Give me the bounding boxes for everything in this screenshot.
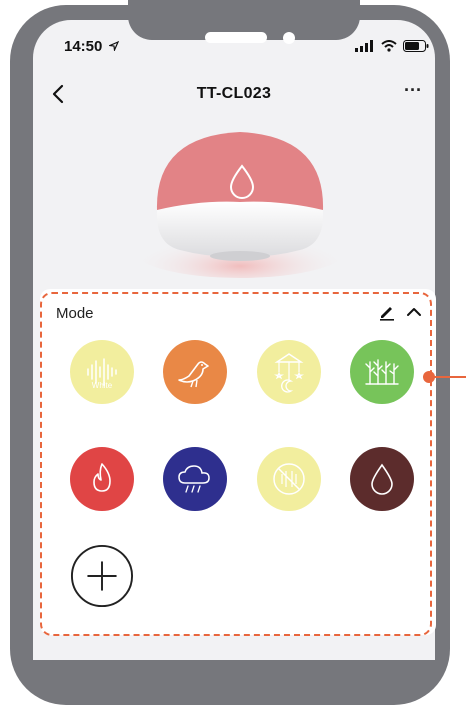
mode-label: Mode	[56, 305, 94, 322]
mode-rain[interactable]	[163, 447, 227, 511]
water-drop-icon	[371, 463, 393, 495]
more-options-button[interactable]: ···	[399, 81, 427, 106]
callout-line	[434, 376, 466, 378]
page-title: TT-CL023	[196, 85, 272, 102]
mode-forest[interactable]	[350, 340, 414, 404]
mode-bird[interactable]	[163, 340, 227, 404]
plus-icon	[70, 544, 134, 608]
bird-icon	[178, 361, 209, 388]
chevron-up-icon	[407, 308, 421, 316]
mode-mobile[interactable]	[257, 340, 321, 404]
mode-off[interactable]	[257, 447, 321, 511]
forest-icon	[365, 359, 399, 385]
status-time: 14:50	[64, 38, 119, 55]
location-arrow-icon	[107, 40, 119, 53]
speaker	[205, 32, 267, 43]
fire-icon	[93, 463, 111, 492]
mode-fire[interactable]	[70, 447, 134, 511]
rain-cloud-icon	[178, 465, 210, 493]
signal-icon	[355, 40, 373, 52]
add-mode-button[interactable]	[70, 544, 134, 608]
white-mode-label: White	[91, 381, 113, 390]
wifi-icon	[381, 40, 397, 52]
device-image	[130, 132, 350, 278]
camera	[283, 32, 295, 44]
crib-mobile-icon	[274, 353, 304, 393]
mode-drop[interactable]	[350, 447, 414, 511]
mode-white-noise[interactable]: White	[70, 340, 134, 404]
no-sound-icon	[273, 463, 305, 495]
status-icons	[355, 40, 429, 52]
collapse-button[interactable]	[404, 303, 424, 321]
nav-bar: TT-CL023 ···	[33, 80, 435, 110]
battery-icon	[403, 40, 429, 52]
edit-button[interactable]	[378, 303, 396, 321]
pencil-icon	[380, 307, 394, 321]
